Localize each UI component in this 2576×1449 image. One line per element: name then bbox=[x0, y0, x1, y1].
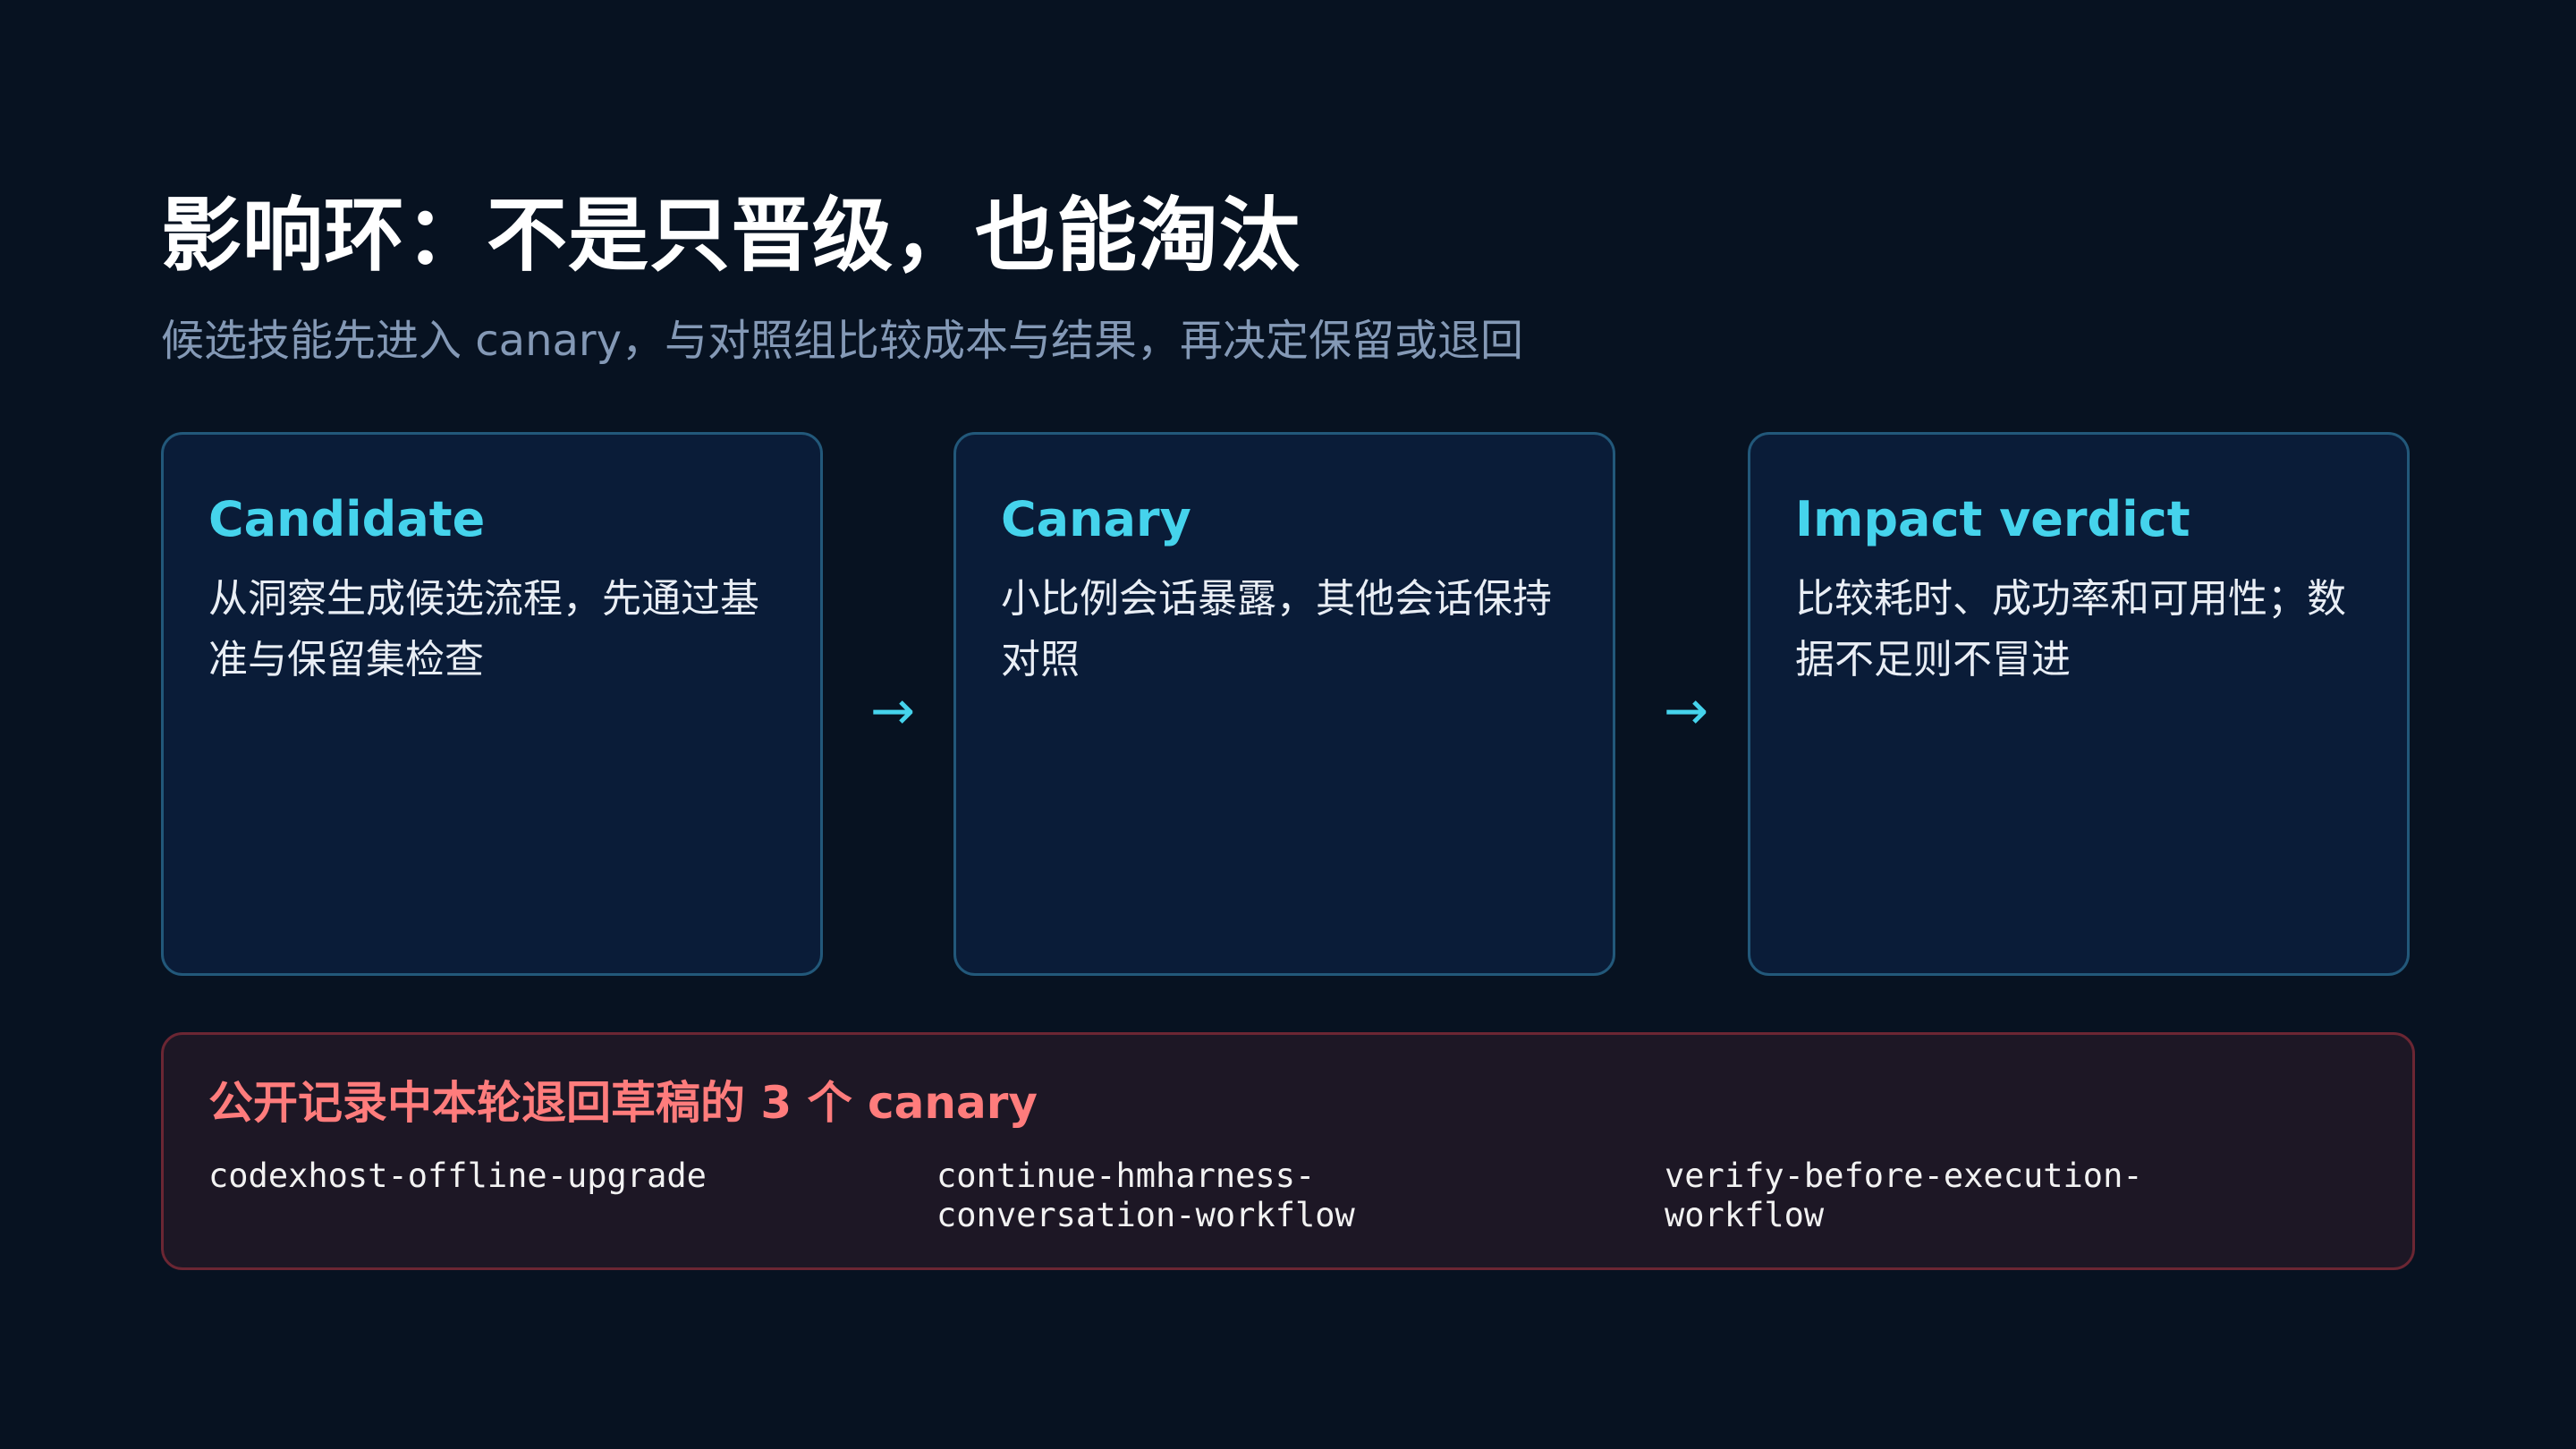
stage-card-impact-verdict: Impact verdict 比较耗时、成功率和可用性；数据不足则不冒进 bbox=[1748, 432, 2410, 976]
canary-list-item: continue-hmharness-conversation-workflow bbox=[936, 1157, 1355, 1234]
slide-title: 影响环：不是只晋级，也能淘汰 bbox=[161, 189, 1301, 283]
stage-title: Candidate bbox=[208, 491, 486, 547]
right-arrow-icon: → bbox=[1663, 680, 1709, 742]
right-arrow-icon: → bbox=[869, 680, 916, 742]
stage-description: 从洞察生成候选流程，先通过基准与保留集检查 bbox=[208, 576, 759, 682]
canary-panel-title: 公开记录中本轮退回草稿的 3 个 canary bbox=[208, 1077, 1038, 1129]
stage-description: 小比例会话暴露，其他会话保持对照 bbox=[1001, 576, 1552, 682]
stage-title: Impact verdict bbox=[1795, 491, 2190, 547]
canary-list-item: codexhost-offline-upgrade bbox=[208, 1157, 707, 1195]
stage-title: Canary bbox=[1001, 491, 1191, 547]
stage-description: 比较耗时、成功率和可用性；数据不足则不冒进 bbox=[1795, 576, 2346, 682]
stage-card-canary: Canary 小比例会话暴露，其他会话保持对照 bbox=[953, 432, 1615, 976]
canary-list-item: verify-before-execution-workflow bbox=[1665, 1157, 2143, 1234]
slide-subtitle: 候选技能先进入 canary，与对照组比较成本与结果，再决定保留或退回 bbox=[161, 316, 1524, 366]
rolled-back-canary-panel: 公开记录中本轮退回草稿的 3 个 canary codexhost-offlin… bbox=[161, 1032, 2415, 1270]
stage-card-candidate: Candidate 从洞察生成候选流程，先通过基准与保留集检查 bbox=[161, 432, 823, 976]
